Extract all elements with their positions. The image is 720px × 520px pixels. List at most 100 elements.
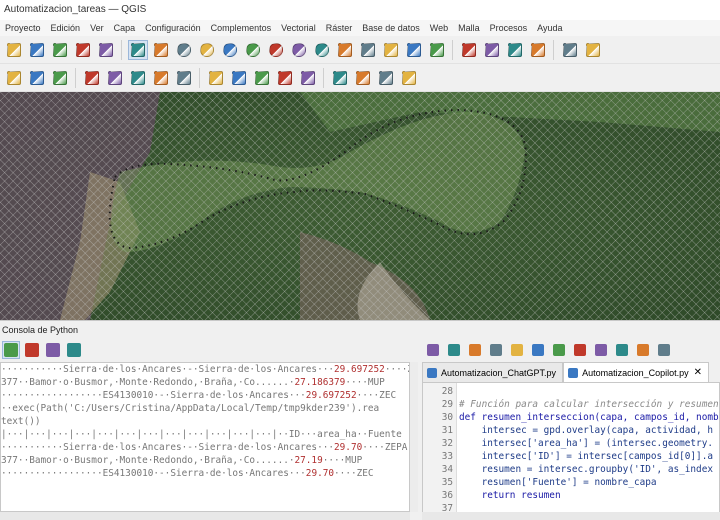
settings-button[interactable] xyxy=(45,342,61,358)
code-line: 28 xyxy=(423,385,459,398)
menu-item-11[interactable]: Procesos xyxy=(485,23,533,33)
help-button[interactable] xyxy=(66,342,82,358)
code-text: resumen = intersec.groupby('ID', as_inde… xyxy=(459,464,713,475)
menu-item-0[interactable]: Proyecto xyxy=(0,23,46,33)
python-file-icon xyxy=(568,367,579,378)
menu-item-6[interactable]: Vectorial xyxy=(276,23,321,33)
temporal-button[interactable] xyxy=(359,41,377,59)
satellite-map[interactable] xyxy=(0,92,720,320)
copy-button[interactable] xyxy=(230,69,248,87)
save-button[interactable] xyxy=(28,41,46,59)
editor-tab-1[interactable]: Automatizacion_Copilot.py ✕ xyxy=(563,362,710,383)
zoom-next-button[interactable] xyxy=(313,41,331,59)
node-tool-button[interactable] xyxy=(152,69,170,87)
show-bookmarks-button[interactable] xyxy=(405,41,423,59)
attribute-table-button[interactable] xyxy=(584,41,602,59)
move-feature-button[interactable] xyxy=(129,69,147,87)
save-button[interactable] xyxy=(467,343,482,358)
new-map-view-button[interactable] xyxy=(336,41,354,59)
open-external-button[interactable] xyxy=(446,343,461,358)
cut-icon xyxy=(208,70,223,85)
close-tab-icon[interactable]: ✕ xyxy=(694,363,702,383)
delete-button[interactable] xyxy=(175,69,193,87)
label-pin-button[interactable] xyxy=(354,69,372,87)
code-text: intersec['ID'] = intersec[campos_id[0]].… xyxy=(459,451,713,462)
pan-to-selection-button[interactable] xyxy=(152,41,170,59)
python-console-output[interactable]: ···········Sierra·de·los·Ancares·-·Sierr… xyxy=(0,362,410,512)
line-number: 31 xyxy=(441,425,453,436)
zoom-out-button[interactable] xyxy=(198,41,216,59)
menu-item-1[interactable]: Edición xyxy=(46,23,86,33)
menu-item-2[interactable]: Ver xyxy=(85,23,109,33)
style-manager-button[interactable] xyxy=(97,41,115,59)
menu-item-8[interactable]: Base de datos xyxy=(357,23,425,33)
digitize-button[interactable] xyxy=(5,69,23,87)
inspect-button[interactable] xyxy=(635,343,650,358)
add-feature-button[interactable] xyxy=(106,69,124,87)
paste-button[interactable] xyxy=(572,343,587,358)
style-manager-icon xyxy=(98,42,113,57)
zoom-to-selection-button[interactable] xyxy=(244,41,262,59)
code-hint-button[interactable] xyxy=(656,343,671,358)
menu-item-10[interactable]: Malla xyxy=(453,23,485,33)
cut-button[interactable] xyxy=(530,343,545,358)
line-number: 28 xyxy=(441,386,453,397)
print-layout-button[interactable] xyxy=(74,41,92,59)
select-features-button[interactable] xyxy=(460,41,478,59)
zoom-last-button[interactable] xyxy=(290,41,308,59)
zoom-to-layer-button[interactable] xyxy=(267,41,285,59)
copy-button[interactable] xyxy=(551,343,566,358)
code-line: 30 def resumen_interseccion(capa, campos_… xyxy=(423,411,719,424)
menu-item-7[interactable]: Ráster xyxy=(321,23,358,33)
menu-item-4[interactable]: Configuración xyxy=(140,23,206,33)
bookmark-button[interactable] xyxy=(382,41,400,59)
menu-item-12[interactable]: Ayuda xyxy=(532,23,567,33)
label-rotate-button[interactable] xyxy=(400,69,418,87)
code-editor[interactable]: 28 29 # Función para calcular intersección… xyxy=(422,382,720,520)
clear-console-button[interactable] xyxy=(1,341,20,359)
menu-item-9[interactable]: Web xyxy=(425,23,453,33)
comment-button[interactable] xyxy=(614,343,629,358)
paste-button[interactable] xyxy=(253,69,271,87)
menu-item-3[interactable]: Capa xyxy=(109,23,141,33)
console-horizontal-scrollbar[interactable] xyxy=(0,512,410,520)
new-project-button[interactable] xyxy=(5,41,23,59)
run-command-button[interactable] xyxy=(24,342,40,358)
copy-icon xyxy=(552,344,565,356)
annotation-button[interactable] xyxy=(529,41,547,59)
open-button[interactable] xyxy=(51,41,69,59)
editor-horizontal-scrollbar[interactable] xyxy=(422,512,720,520)
cut-button[interactable] xyxy=(207,69,225,87)
console-vertical-scrollbar[interactable] xyxy=(410,362,418,512)
undo-button[interactable] xyxy=(276,69,294,87)
toolbar-separator xyxy=(553,39,554,60)
temporal-icon xyxy=(360,42,375,57)
console-line: 377··Bamor·o·Busmor,·Monte·Redondo,·Brañ… xyxy=(1,455,363,466)
vertex-tool-button[interactable] xyxy=(28,69,46,87)
toolbar-separator xyxy=(452,39,453,60)
find-button[interactable] xyxy=(593,343,608,358)
save-icon xyxy=(29,42,44,57)
map-canvas[interactable] xyxy=(0,92,720,320)
menu-item-5[interactable]: Complementos xyxy=(206,23,277,33)
editor-tabs: Automatizacion_ChatGPT.py Automatizacion_… xyxy=(422,362,720,382)
select-by-value-button[interactable] xyxy=(483,41,501,59)
run-script-button[interactable] xyxy=(509,343,524,358)
save-as-button[interactable] xyxy=(488,343,503,358)
redo-button[interactable] xyxy=(299,69,317,87)
show-bookmarks-icon xyxy=(406,42,421,57)
label-tool-button[interactable] xyxy=(331,69,349,87)
refresh-icon xyxy=(429,42,444,57)
save-edits-button[interactable] xyxy=(83,69,101,87)
identify-button[interactable] xyxy=(561,41,579,59)
zoom-in-button[interactable] xyxy=(175,41,193,59)
label-show-button[interactable] xyxy=(377,69,395,87)
pan-hand-button[interactable] xyxy=(127,39,148,60)
zoom-full-button[interactable] xyxy=(221,41,239,59)
editor-tab-0[interactable]: Automatizacion_ChatGPT.py xyxy=(422,362,564,382)
deselect-button[interactable] xyxy=(506,41,524,59)
pencil-button[interactable] xyxy=(51,69,69,87)
refresh-button[interactable] xyxy=(428,41,446,59)
open-file-button[interactable] xyxy=(425,343,440,358)
label-pin-icon xyxy=(355,70,370,85)
